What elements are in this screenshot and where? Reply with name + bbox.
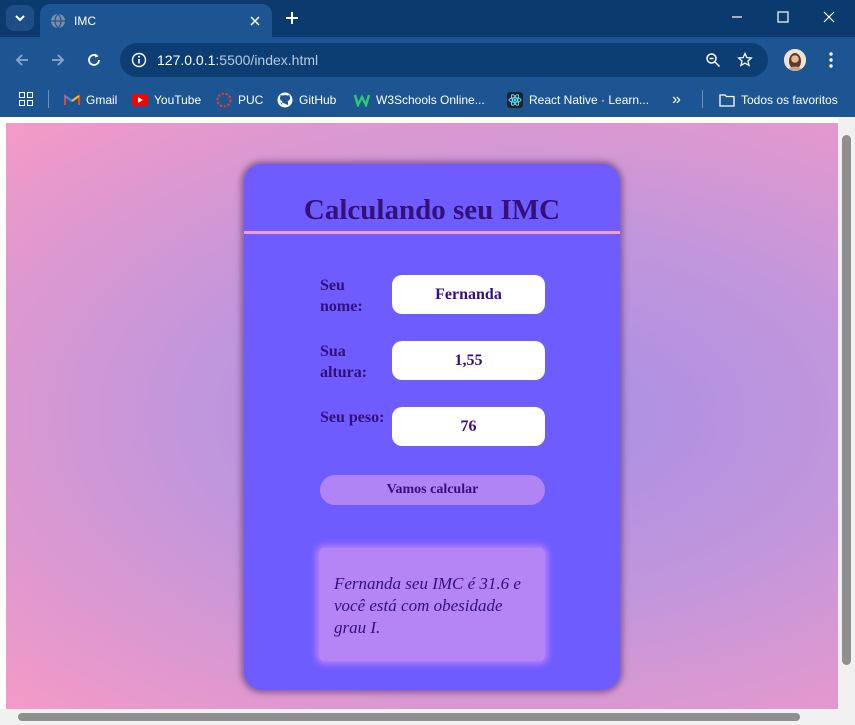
overflow-chevrons: » — [672, 91, 681, 108]
maximize-button[interactable] — [760, 0, 806, 34]
bookmark-gmail[interactable]: Gmail — [64, 88, 117, 112]
close-window-button[interactable] — [806, 0, 852, 34]
page-viewport: Calculando seu IMC Seu nome: Sua altura:… — [0, 117, 855, 725]
bookmark-puc[interactable]: PUC — [216, 88, 263, 112]
vertical-scrollbar[interactable] — [838, 117, 855, 709]
page-background: Calculando seu IMC Seu nome: Sua altura:… — [6, 123, 838, 709]
all-bookmarks-label: Todos os favoritos — [741, 93, 838, 107]
imc-card: Calculando seu IMC Seu nome: Sua altura:… — [244, 164, 620, 690]
bookmark-github[interactable]: GitHub — [277, 88, 336, 112]
url-text: 127.0.0.1:5500/index.html — [157, 52, 318, 68]
horizontal-scrollbar[interactable] — [0, 709, 855, 725]
bookmark-label: GitHub — [299, 93, 337, 107]
puc-icon — [216, 92, 232, 108]
vertical-scroll-thumb[interactable] — [842, 135, 851, 665]
w3schools-icon — [354, 92, 370, 108]
calculate-button[interactable]: Vamos calcular — [320, 475, 545, 505]
bookmark-label: Gmail — [86, 93, 118, 107]
bookmark-label: React Native · Learn... — [529, 93, 650, 107]
bookmarks-separator — [702, 90, 703, 108]
more-vert-icon — [829, 52, 833, 68]
bookmark-w3schools[interactable]: W3Schools Online... — [354, 88, 485, 112]
tab-title: IMC — [74, 13, 96, 28]
avatar-icon — [784, 49, 806, 71]
back-button[interactable] — [8, 46, 36, 74]
name-label: Seu nome: — [320, 277, 363, 315]
url-host: 127.0.0.1 — [157, 52, 216, 68]
folder-icon — [719, 92, 735, 108]
maximize-icon — [777, 11, 789, 23]
page-title: Calculando seu IMC — [303, 194, 561, 226]
tab-imc[interactable]: IMC — [40, 4, 272, 37]
result-box: Fernanda seu IMC é 31.6 e você está com … — [319, 548, 545, 661]
browser-toolbar: 127.0.0.1:5500/index.html — [0, 37, 855, 83]
bookmark-label: W3Schools Online... — [376, 93, 485, 107]
close-icon — [823, 11, 835, 23]
profile-avatar[interactable] — [784, 49, 806, 71]
bookmark-react-native[interactable]: React Native · Learn... — [507, 88, 649, 112]
zoom-button[interactable] — [700, 47, 726, 73]
minimize-icon — [732, 16, 742, 18]
plus-icon — [286, 12, 298, 24]
height-label: Sua altura: — [320, 343, 368, 381]
react-icon — [507, 92, 523, 108]
bookmarks-bar: Gmail YouTube PUC GitHub W3Schools Onlin… — [0, 83, 855, 117]
reload-icon — [88, 53, 100, 66]
bookmark-star-button[interactable] — [732, 47, 758, 73]
reload-button[interactable] — [80, 46, 108, 74]
height-input[interactable] — [392, 341, 545, 380]
url-path: :5500/index.html — [215, 52, 319, 68]
site-info-button[interactable] — [126, 47, 152, 73]
globe-icon — [51, 13, 65, 28]
minimize-button[interactable] — [714, 0, 760, 34]
tab-search-button[interactable] — [6, 5, 34, 31]
tab-strip: IMC — [0, 0, 855, 37]
forward-button[interactable] — [44, 46, 72, 74]
weight-input[interactable] — [392, 407, 545, 446]
name-input[interactable] — [392, 275, 545, 314]
gmail-icon — [64, 92, 80, 108]
new-tab-button[interactable] — [280, 6, 304, 30]
browser-menu-button[interactable] — [820, 46, 842, 74]
weight-label: Seu peso: — [320, 409, 385, 426]
bookmarks-overflow-button[interactable]: » — [672, 88, 681, 112]
bookmark-label: PUC — [238, 93, 264, 107]
all-bookmarks-folder[interactable]: Todos os favoritos — [719, 88, 838, 112]
horizontal-scroll-thumb[interactable] — [18, 713, 800, 721]
address-bar[interactable]: 127.0.0.1:5500/index.html — [120, 43, 768, 77]
apps-button[interactable] — [16, 89, 36, 109]
arrow-right-icon — [52, 54, 65, 66]
zoom-icon — [706, 53, 721, 68]
chevron-down-icon — [15, 15, 25, 22]
bookmarks-separator — [48, 90, 49, 108]
youtube-icon — [132, 92, 148, 108]
star-icon — [737, 52, 753, 67]
arrow-left-icon — [15, 54, 28, 66]
close-tab-button[interactable] — [244, 10, 266, 32]
title-divider — [244, 231, 620, 234]
apps-grid-icon — [19, 92, 33, 106]
bookmark-youtube[interactable]: YouTube — [132, 88, 201, 112]
close-icon — [250, 15, 260, 26]
github-icon — [277, 92, 293, 108]
bookmark-label: YouTube — [154, 93, 202, 107]
info-icon — [131, 52, 147, 68]
